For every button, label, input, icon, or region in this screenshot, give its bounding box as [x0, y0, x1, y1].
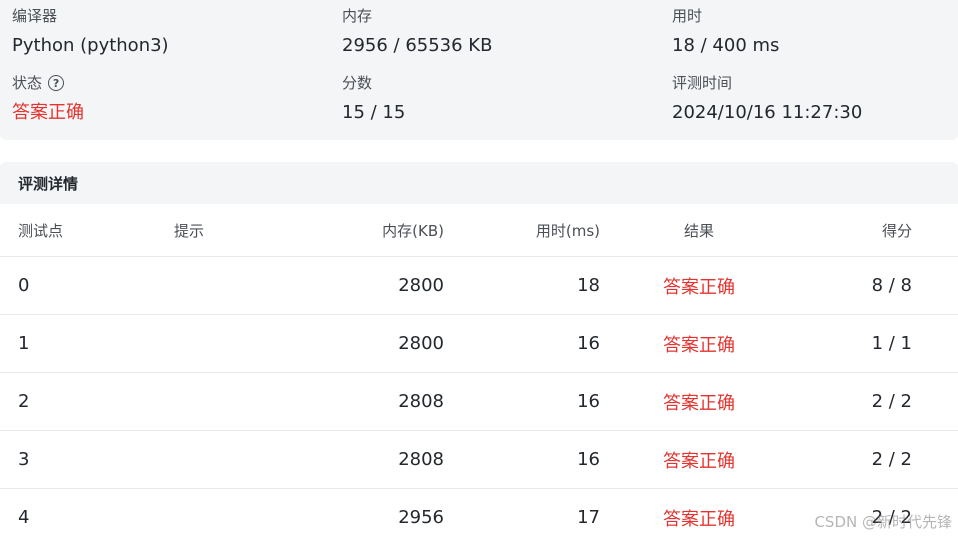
table-header-row: 测试点 提示 内存(KB) 用时(ms) 结果 得分: [0, 204, 958, 257]
status-label: 状态: [12, 73, 42, 93]
column-header-time: 用时(ms): [536, 204, 600, 256]
details-table: 测试点 提示 内存(KB) 用时(ms) 结果 得分 0 2800 18 答案正…: [0, 204, 958, 546]
details-title: 评测详情: [18, 173, 78, 194]
time-info: 用时 18 / 400 ms: [672, 6, 779, 58]
column-header-memory: 内存(KB): [382, 204, 444, 256]
cell-memory: 2800: [398, 257, 444, 314]
memory-label: 内存: [342, 6, 492, 26]
cell-time: 18: [577, 257, 600, 314]
cell-score: 8 / 8: [872, 257, 912, 314]
status-value: 答案正确: [12, 101, 84, 125]
table-row: 1 2800 16 答案正确 1 / 1: [0, 315, 958, 373]
cell-score: 1 / 1: [872, 315, 912, 372]
column-header-case: 测试点: [18, 204, 63, 256]
memory-info: 内存 2956 / 65536 KB: [342, 6, 492, 58]
time-label: 用时: [672, 6, 779, 26]
compiler-label: 编译器: [12, 6, 169, 26]
score-info: 分数 15 / 15: [342, 73, 405, 125]
cell-memory: 2956: [398, 489, 444, 546]
score-value: 15 / 15: [342, 101, 405, 125]
memory-value: 2956 / 65536 KB: [342, 34, 492, 58]
cell-memory: 2800: [398, 315, 444, 372]
cell-score: 2 / 2: [872, 373, 912, 430]
status-label-row: 状态 ?: [12, 73, 84, 93]
cell-result: 答案正确: [640, 373, 758, 430]
details-header: 评测详情: [0, 162, 958, 204]
cell-result: 答案正确: [640, 257, 758, 314]
cell-case: 3: [18, 431, 29, 488]
table-row: 3 2808 16 答案正确 2 / 2: [0, 431, 958, 489]
cell-result: 答案正确: [640, 431, 758, 488]
score-label: 分数: [342, 73, 405, 93]
cell-time: 16: [577, 373, 600, 430]
time-value: 18 / 400 ms: [672, 34, 779, 58]
cell-case: 0: [18, 257, 29, 314]
cell-score: 2 / 2: [872, 431, 912, 488]
column-header-result: 结果: [640, 204, 758, 256]
cell-result: 答案正确: [640, 315, 758, 372]
judge-time-value: 2024/10/16 11:27:30: [672, 101, 862, 125]
judge-time-label: 评测时间: [672, 73, 862, 93]
cell-time: 16: [577, 431, 600, 488]
submission-summary: 编译器 Python (python3) 内存 2956 / 65536 KB …: [0, 0, 958, 140]
cell-result: 答案正确: [640, 489, 758, 546]
column-header-hint: 提示: [174, 204, 204, 256]
cell-time: 16: [577, 315, 600, 372]
compiler-value: Python (python3): [12, 34, 169, 58]
compiler-info: 编译器 Python (python3): [12, 6, 169, 58]
cell-case: 2: [18, 373, 29, 430]
cell-case: 4: [18, 489, 29, 546]
judge-time-info: 评测时间 2024/10/16 11:27:30: [672, 73, 862, 125]
cell-case: 1: [18, 315, 29, 372]
cell-memory: 2808: [398, 431, 444, 488]
cell-time: 17: [577, 489, 600, 546]
status-info: 状态 ? 答案正确: [12, 73, 84, 125]
table-row: 2 2808 16 答案正确 2 / 2: [0, 373, 958, 431]
help-icon[interactable]: ?: [48, 75, 64, 91]
column-header-score: 得分: [882, 204, 912, 256]
watermark: CSDN @新时代先锋: [814, 511, 952, 532]
table-row: 0 2800 18 答案正确 8 / 8: [0, 257, 958, 315]
cell-memory: 2808: [398, 373, 444, 430]
